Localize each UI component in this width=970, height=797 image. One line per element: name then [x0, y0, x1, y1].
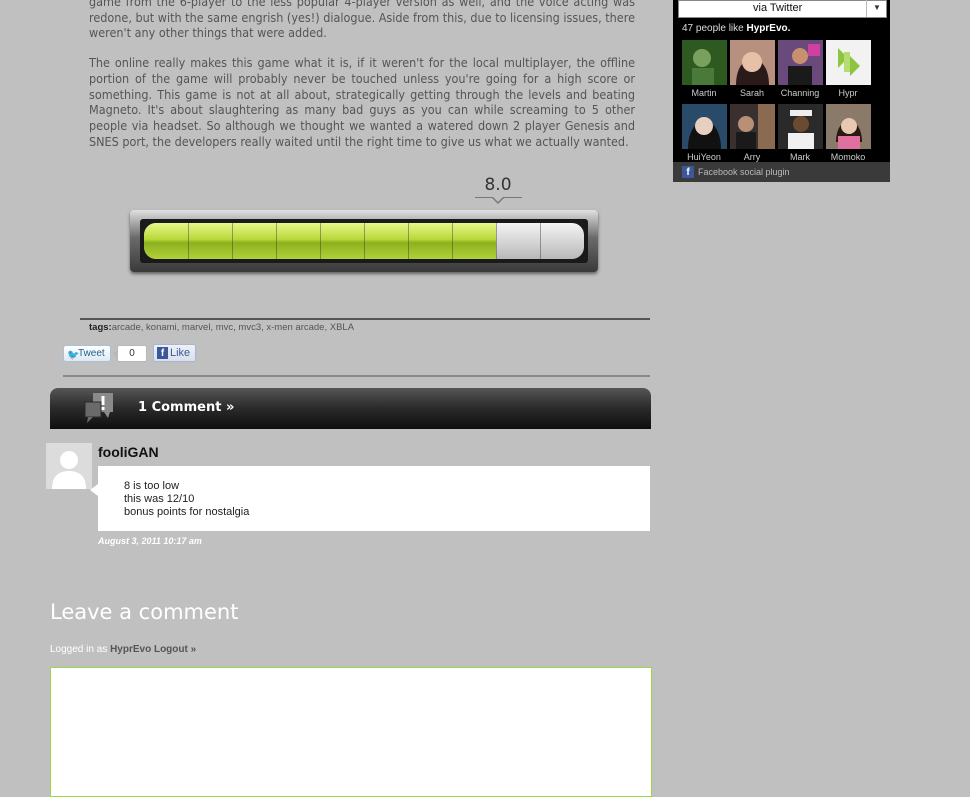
hypr-logo-icon: [826, 40, 871, 85]
friend-name[interactable]: Momoko: [824, 152, 872, 162]
score-meter-segment-divider: [232, 223, 233, 259]
friend-photo-martin[interactable]: [682, 40, 727, 85]
friend-name[interactable]: Martin: [680, 88, 728, 98]
page-name-link[interactable]: HyprEvo.: [747, 23, 791, 34]
article-paragraph: game from the 6-player to the less popul…: [89, 0, 635, 41]
leave-comment-heading: Leave a comment: [50, 600, 239, 624]
friend-photo-icon: [730, 104, 775, 149]
logout-link[interactable]: Logout »: [154, 644, 196, 655]
friend-photo-mark[interactable]: [778, 104, 823, 149]
score-meter-segment-divider: [364, 223, 365, 259]
comments-count-link[interactable]: 1 Comment »: [138, 400, 234, 415]
like-label: Like: [170, 347, 191, 359]
via-twitter-label: via Twitter: [753, 2, 803, 14]
score-meter-segment-divider: [452, 223, 453, 259]
score-marker-caret-icon: [492, 197, 504, 204]
friend-name[interactable]: Arry: [728, 152, 776, 162]
comment-line: 8 is too low: [124, 480, 180, 492]
friend-photo-huiyeon[interactable]: [682, 104, 727, 149]
article-body: game from the 6-player to the less popul…: [89, 0, 635, 163]
tags: tags:arcade, konami, marvel, mvc, mvc3, …: [89, 322, 354, 333]
friend-photo-icon: [682, 40, 727, 85]
comment-date-link[interactable]: August 3, 2011 10:17 am: [98, 536, 202, 546]
friend-photo-icon: [778, 104, 823, 149]
likes-count-text: 47 people like: [682, 23, 744, 34]
friend-photo-arry[interactable]: [730, 104, 775, 149]
score-meter-segment-divider: [188, 223, 189, 259]
friend-photo-icon: [730, 40, 775, 85]
facebook-likes-count: 47 people like HyprEvo.: [682, 23, 790, 34]
score-meter: [130, 210, 598, 272]
logged-in-status: Logged in as HyprEvo Logout »: [50, 644, 196, 655]
comment-body-box: 8 is too low this was 12/10 bonus points…: [90, 466, 650, 531]
comment-line: bonus points for nostalgia: [124, 506, 250, 518]
speech-bubbles-icon: [84, 393, 113, 423]
score-meter-segment-divider: [320, 223, 321, 259]
friend-photo-hypr[interactable]: [826, 40, 871, 85]
comment-text: 8 is too low this was 12/10 bonus points…: [124, 480, 249, 519]
friend-name[interactable]: Mark: [776, 152, 824, 162]
friend-photo-channing[interactable]: [778, 40, 823, 85]
friend-photo-momoko[interactable]: [826, 104, 871, 149]
score-meter-segment-divider: [496, 223, 497, 259]
friend-photo-icon: [682, 104, 727, 149]
friend-photo-icon: [826, 104, 871, 149]
tags-prefix: tags:: [89, 322, 112, 333]
score-meter-frame: [140, 219, 588, 263]
logged-in-prefix: Logged in as: [50, 644, 108, 655]
avatar: [46, 443, 92, 489]
comment-author: fooliGAN: [98, 444, 159, 460]
facebook-icon: f: [682, 166, 694, 178]
twitter-bird-icon: 🐦: [67, 350, 80, 361]
score-meter-track: [144, 223, 584, 259]
comment-textarea[interactable]: [50, 667, 652, 797]
facebook-like-button[interactable]: f Like: [153, 344, 196, 362]
friend-photo-icon: [778, 40, 823, 85]
facebook-plugin-label[interactable]: Facebook social plugin: [698, 167, 790, 177]
tweet-label: Tweet: [78, 348, 105, 359]
score-meter-segment-divider: [276, 223, 277, 259]
score-label: 8.0: [484, 175, 512, 195]
tweet-button[interactable]: 🐦 Tweet: [63, 345, 111, 362]
friend-name[interactable]: Sarah: [728, 88, 776, 98]
tags-divider: [80, 318, 650, 320]
tweet-count: 0: [113, 345, 147, 362]
chevron-down-icon[interactable]: ▼: [866, 0, 887, 17]
score-meter-segment-divider: [540, 223, 541, 259]
article-paragraph: The online really makes this game what i…: [89, 55, 635, 149]
friend-name[interactable]: HuiYeon: [680, 152, 728, 162]
facebook-icon: f: [157, 347, 168, 359]
tags-list[interactable]: arcade, konami, marvel, mvc, mvc3, x-men…: [112, 322, 354, 333]
comment-line: this was 12/10: [124, 493, 195, 505]
friend-name[interactable]: Channing: [776, 88, 824, 98]
friend-photo-sarah[interactable]: [730, 40, 775, 85]
username-link[interactable]: HyprEvo: [110, 644, 151, 655]
share-divider: [63, 375, 650, 377]
default-avatar-icon: [52, 451, 86, 489]
score-meter-segment-divider: [408, 223, 409, 259]
friend-name[interactable]: Hypr: [824, 88, 872, 98]
